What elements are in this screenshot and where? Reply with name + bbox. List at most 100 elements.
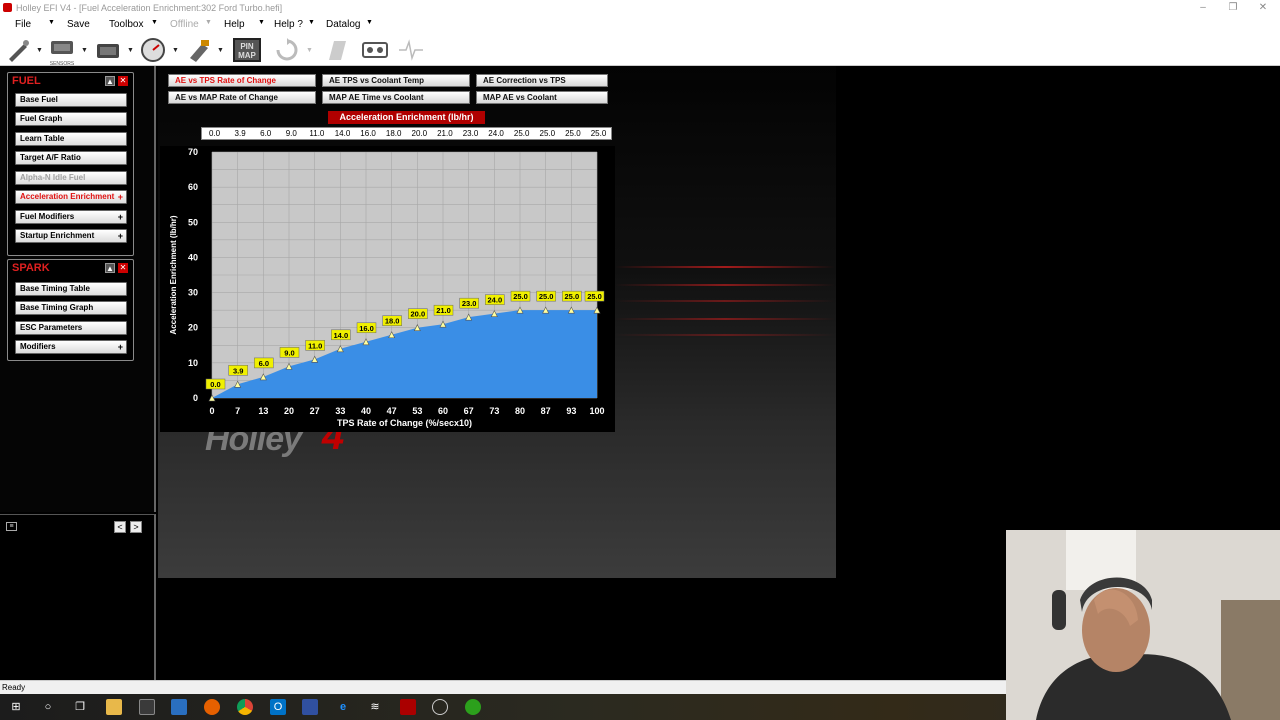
chevron-down-icon[interactable]: ▼: [217, 47, 224, 54]
calculator-icon[interactable]: [171, 699, 187, 715]
file-explorer-icon[interactable]: [106, 699, 122, 715]
tab-map-ae-time-vs-coolant[interactable]: MAP AE Time vs Coolant: [322, 91, 470, 104]
sidebar-item-fuel-modifiers[interactable]: Fuel Modifiers +: [15, 210, 127, 224]
chevron-down-icon[interactable]: ▼: [366, 19, 373, 26]
visual-studio-icon[interactable]: [302, 699, 318, 715]
expand-icon[interactable]: +: [118, 191, 123, 203]
chevron-down-icon[interactable]: ▼: [127, 47, 134, 54]
tuning-icon[interactable]: [432, 699, 448, 715]
minimize-button[interactable]: –: [1188, 0, 1218, 16]
close-group-button[interactable]: ✕: [118, 263, 128, 273]
tab-ae-vs-map-rate[interactable]: AE vs MAP Rate of Change: [168, 91, 316, 104]
data-label: 6.0: [259, 359, 269, 368]
nav-label: Base Fuel: [20, 95, 58, 104]
sidebar-item-learn-table[interactable]: Learn Table: [15, 132, 127, 146]
menu-help[interactable]: Help: [224, 19, 245, 30]
chevron-down-icon[interactable]: ▼: [48, 19, 55, 26]
sidebar-item-acceleration-enrichment[interactable]: Acceleration Enrichment +: [15, 190, 127, 204]
status-bar: Ready: [0, 680, 1006, 694]
injector-icon[interactable]: [186, 38, 212, 62]
ecu-icon[interactable]: [95, 38, 121, 62]
sidebar-item-esc-parameters[interactable]: ESC Parameters: [15, 321, 127, 335]
value-cell[interactable]: 11.0: [304, 129, 329, 138]
chevron-down-icon[interactable]: ▼: [36, 47, 43, 54]
holley-efi-icon[interactable]: [400, 699, 416, 715]
x-tick-label: 13: [258, 406, 268, 416]
collapse-button[interactable]: ▲: [105, 263, 115, 273]
expand-icon[interactable]: +: [118, 211, 123, 223]
chevron-down-icon[interactable]: ▼: [81, 47, 88, 54]
sensors-icon[interactable]: SENSORS: [49, 38, 75, 67]
nav-label: Fuel Graph: [20, 114, 63, 123]
menu-help-question[interactable]: Help ?: [274, 19, 303, 30]
value-cell[interactable]: 0.0: [202, 129, 227, 138]
value-cell[interactable]: 6.0: [253, 129, 278, 138]
value-cell[interactable]: 25.0: [509, 129, 534, 138]
outlook-icon[interactable]: O: [270, 699, 286, 715]
nav-next-button[interactable]: >: [130, 521, 142, 533]
value-cell[interactable]: 25.0: [586, 129, 611, 138]
background-streak: [615, 318, 835, 320]
quickbooks-icon[interactable]: [465, 699, 481, 715]
menu-toolbox[interactable]: Toolbox: [109, 19, 143, 30]
task-view-icon[interactable]: ❐: [72, 699, 88, 715]
left-nav-panel: FUEL ▲ ✕ Base Fuel Fuel Graph Learn Tabl…: [0, 66, 156, 512]
firefox-icon[interactable]: [204, 699, 220, 715]
ae-chart[interactable]: 0 10 20 30 40 50 60 70 0 7 13 20 27 33 40 47 53 60 67 73 80 8…: [160, 146, 615, 432]
expand-icon[interactable]: +: [118, 230, 123, 242]
edge-icon[interactable]: e: [335, 699, 351, 715]
sidebar-item-fuel-graph[interactable]: Fuel Graph: [15, 112, 127, 126]
sidebar-item-modifiers[interactable]: Modifiers +: [15, 340, 127, 354]
value-cell[interactable]: 16.0: [356, 129, 381, 138]
windows-start-icon[interactable]: ⊞: [8, 699, 24, 715]
value-cell[interactable]: 3.9: [228, 129, 253, 138]
close-group-button[interactable]: ✕: [118, 76, 128, 86]
cortana-icon[interactable]: ○: [40, 699, 56, 715]
x-tick-label: 93: [566, 406, 576, 416]
wifi-icon[interactable]: ≋: [367, 699, 383, 715]
sidebar-item-base-timing-graph[interactable]: Base Timing Graph: [15, 301, 127, 315]
x-tick-label: 33: [335, 406, 345, 416]
tuning-wand-icon[interactable]: [6, 38, 32, 62]
menu-datalog[interactable]: Datalog: [326, 19, 360, 30]
value-cell[interactable]: 9.0: [279, 129, 304, 138]
menu-file[interactable]: File: [15, 19, 31, 30]
store-icon[interactable]: [139, 699, 155, 715]
x-tick-label: 40: [361, 406, 371, 416]
gauge-icon[interactable]: [140, 38, 166, 62]
value-cell[interactable]: 20.0: [407, 129, 432, 138]
tab-map-ae-vs-coolant[interactable]: MAP AE vs Coolant: [476, 91, 608, 104]
maximize-button[interactable]: ❐: [1218, 0, 1248, 16]
sidebar-item-base-fuel[interactable]: Base Fuel: [15, 93, 127, 107]
panel-menu-icon[interactable]: ≡: [6, 522, 17, 531]
value-table-row: 0.0 3.9 6.0 9.0 11.0 14.0 16.0 18.0 20.0 21.0 23.0…: [201, 127, 612, 140]
nav-label: Fuel Modifiers: [20, 212, 75, 221]
chrome-icon[interactable]: [237, 699, 253, 715]
tab-ae-vs-tps-rate[interactable]: AE vs TPS Rate of Change: [168, 74, 316, 87]
sidebar-item-target-af-ratio[interactable]: Target A/F Ratio: [15, 151, 127, 165]
value-cell[interactable]: 24.0: [484, 129, 509, 138]
chevron-down-icon[interactable]: ▼: [258, 19, 265, 26]
pin-map-icon[interactable]: PIN MAP: [233, 38, 261, 62]
data-label: 25.0: [513, 292, 528, 301]
value-cell[interactable]: 21.0: [432, 129, 457, 138]
tab-ae-tps-vs-coolant[interactable]: AE TPS vs Coolant Temp: [322, 74, 470, 87]
chevron-down-icon[interactable]: ▼: [151, 19, 158, 26]
sidebar-item-startup-enrichment[interactable]: Startup Enrichment +: [15, 229, 127, 243]
background-streak: [615, 334, 835, 336]
value-cell[interactable]: 25.0: [535, 129, 560, 138]
sidebar-item-base-timing-table[interactable]: Base Timing Table: [15, 282, 127, 296]
value-cell[interactable]: 25.0: [560, 129, 585, 138]
value-cell[interactable]: 14.0: [330, 129, 355, 138]
chevron-down-icon[interactable]: ▼: [172, 47, 179, 54]
menu-save[interactable]: Save: [67, 19, 90, 30]
datalog-tape-icon[interactable]: [362, 38, 388, 62]
close-button[interactable]: ✕: [1248, 0, 1278, 16]
value-cell[interactable]: 23.0: [458, 129, 483, 138]
collapse-button[interactable]: ▲: [105, 76, 115, 86]
nav-prev-button[interactable]: <: [114, 521, 126, 533]
value-cell[interactable]: 18.0: [381, 129, 406, 138]
expand-icon[interactable]: +: [118, 341, 123, 353]
chevron-down-icon[interactable]: ▼: [308, 19, 315, 26]
tab-ae-correction-vs-tps[interactable]: AE Correction vs TPS: [476, 74, 608, 87]
